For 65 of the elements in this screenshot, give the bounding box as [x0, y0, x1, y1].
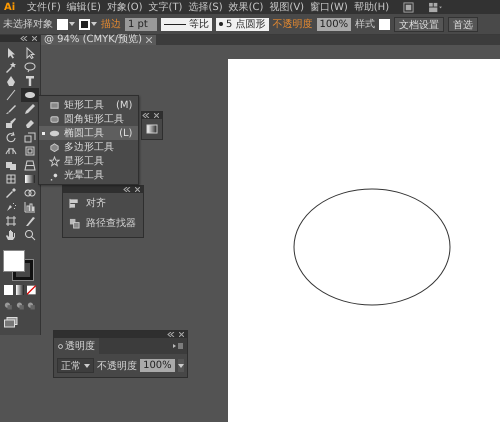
none-swatch-icon[interactable] [27, 285, 36, 295]
flyout-item[interactable]: 圆角矩形工具 [39, 112, 138, 126]
panel-menu-icon[interactable] [173, 343, 183, 349]
caret-icon[interactable] [69, 22, 75, 26]
collapse-icon[interactable] [167, 332, 175, 337]
stroke-profile-dropdown[interactable]: 等比 [161, 18, 212, 30]
collapse-icon[interactable] [20, 36, 28, 41]
flyout-item[interactable]: 矩形工具 (M) [39, 98, 138, 112]
opacity-field[interactable]: 100% [140, 359, 175, 372]
arrange-icon[interactable] [428, 2, 444, 12]
close-icon[interactable] [135, 187, 140, 192]
toolbar-button[interactable]: 文档设置 [394, 16, 444, 32]
menu-item[interactable]: 视图(V) [269, 0, 304, 14]
menu-item[interactable]: 编辑(E) [66, 0, 101, 14]
collapse-icon[interactable] [142, 113, 150, 118]
toolbar-button[interactable]: 首选 [448, 16, 478, 32]
collapse-icon[interactable] [123, 187, 131, 192]
draw-mode-icon[interactable] [4, 301, 13, 311]
close-icon[interactable] [179, 332, 184, 337]
brush-dropdown[interactable]: 5 点圆形 [216, 18, 269, 30]
stroke-link[interactable]: 描边 [101, 17, 121, 31]
menu-item[interactable]: 文件(F) [27, 0, 61, 14]
style-label: 样式 [355, 18, 376, 31]
app-logo: Ai [4, 2, 16, 12]
rectangle-icon [49, 100, 60, 110]
gradient-icon[interactable] [146, 123, 158, 135]
star-icon [49, 156, 60, 166]
menu-item[interactable]: 选择(S) [188, 0, 223, 14]
caret-icon [84, 364, 90, 368]
gradient-swatch[interactable] [16, 285, 24, 295]
flyout-item[interactable]: 椭圆工具 (L) [39, 126, 138, 140]
fill-swatch[interactable] [57, 18, 68, 30]
close-icon[interactable] [146, 37, 152, 43]
opacity-field[interactable]: 100% [316, 18, 352, 30]
close-icon[interactable] [154, 113, 159, 118]
draw-mode-icon[interactable] [27, 301, 36, 311]
flyout-item[interactable]: 多边形工具 [39, 140, 138, 154]
color-swatch[interactable] [4, 285, 13, 295]
menu-item[interactable]: 文字(T) [148, 0, 182, 14]
opacity-dropdown-button[interactable] [178, 359, 184, 372]
menu-item[interactable]: 效果(C) [228, 0, 264, 14]
panel-item[interactable]: 路径查找器 [63, 213, 143, 233]
opacity-link[interactable]: 不透明度 [272, 17, 313, 31]
menu-item[interactable]: 对象(O) [106, 0, 143, 14]
style-swatch[interactable] [379, 18, 390, 30]
flyout-item[interactable]: 光晕工具 [39, 168, 138, 182]
panel-tab[interactable]: 透明度 [54, 338, 99, 354]
selection-status: 未选择对象 [3, 18, 53, 31]
pathfinder-icon [69, 218, 80, 228]
draw-mode-icon[interactable] [16, 301, 24, 311]
align-icon [69, 198, 80, 208]
diamond-icon [58, 344, 63, 348]
fill-color-box[interactable] [3, 250, 25, 272]
menu-item[interactable]: 窗口(W) [310, 0, 348, 14]
stroke-weight-field[interactable]: 1 pt [125, 18, 157, 30]
menu-item[interactable]: 帮助(H) [354, 0, 390, 14]
screen-mode-icon[interactable] [4, 317, 18, 328]
blend-mode-dropdown[interactable]: 正常 [57, 358, 94, 373]
stroke-swatch[interactable] [79, 18, 90, 30]
panel-item[interactable]: 对齐 [63, 193, 143, 213]
opacity-label: 不透明度 [97, 360, 138, 372]
document-tab[interactable]: @ 94% (CMYK/预览) [40, 35, 156, 45]
close-icon[interactable] [32, 36, 37, 41]
flyout-item[interactable]: 星形工具 [39, 154, 138, 168]
caret-icon[interactable] [91, 22, 97, 26]
